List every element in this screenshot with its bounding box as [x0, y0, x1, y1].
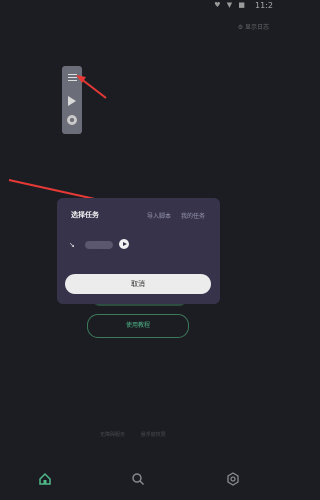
footer-link-overlay[interactable]: 悬浮窗权限 [141, 432, 166, 438]
task-name-blurred [85, 241, 113, 249]
select-task-dialog: 选择任务 导入脚本 我的任务 ↘ 取消 [57, 198, 220, 304]
tutorial-button[interactable]: 使用教程 [87, 314, 189, 338]
task-row[interactable]: ↘ [69, 237, 209, 255]
task-play-button[interactable] [119, 239, 129, 249]
cancel-button[interactable]: 取消 [65, 274, 211, 294]
footer-links: 无障碍服务 悬浮窗权限 [100, 431, 180, 438]
footer-link-accessibility[interactable]: 无障碍服务 [100, 432, 125, 438]
tab-my-tasks[interactable]: 我的任务 [181, 211, 205, 220]
bottom-nav [0, 466, 277, 500]
tab-import-script[interactable]: 导入脚本 [147, 211, 171, 220]
home-icon[interactable] [38, 472, 52, 486]
task-cursor-icon: ↘ [69, 241, 75, 249]
arrow-to-toolbar [79, 77, 107, 99]
settings-icon[interactable] [226, 472, 240, 486]
dialog-title: 选择任务 [71, 211, 99, 219]
search-icon[interactable] [131, 472, 145, 486]
